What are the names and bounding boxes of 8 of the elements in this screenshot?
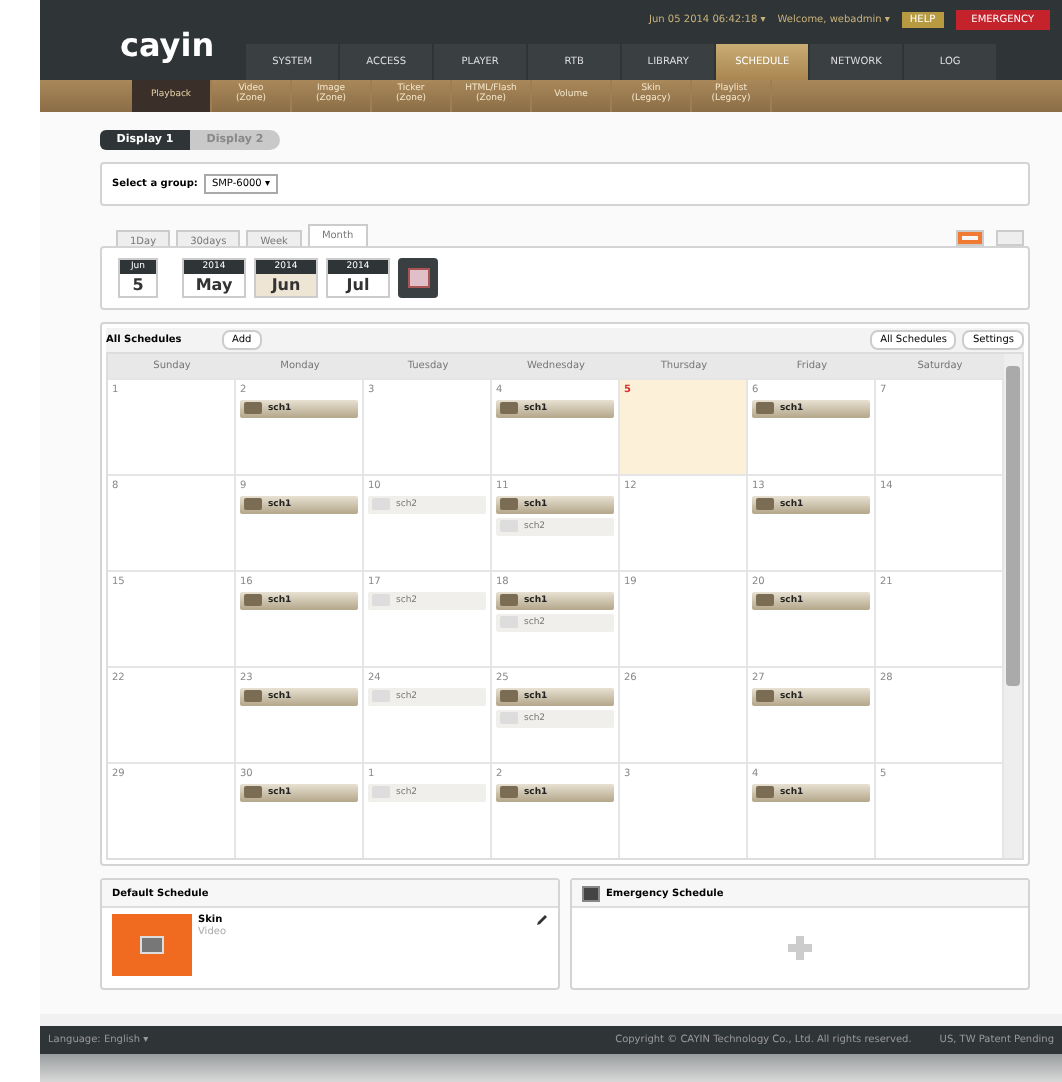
calendar-view-icon[interactable] xyxy=(956,230,984,246)
logo: cayin xyxy=(120,26,215,64)
skin-thumbnail[interactable] xyxy=(112,914,192,976)
list-view-icon[interactable] xyxy=(996,230,1024,246)
emergency-icon xyxy=(582,885,600,901)
scrollbar[interactable] xyxy=(1004,354,1022,858)
calendar-icon[interactable] xyxy=(398,258,438,298)
pencil-icon[interactable] xyxy=(536,914,548,926)
